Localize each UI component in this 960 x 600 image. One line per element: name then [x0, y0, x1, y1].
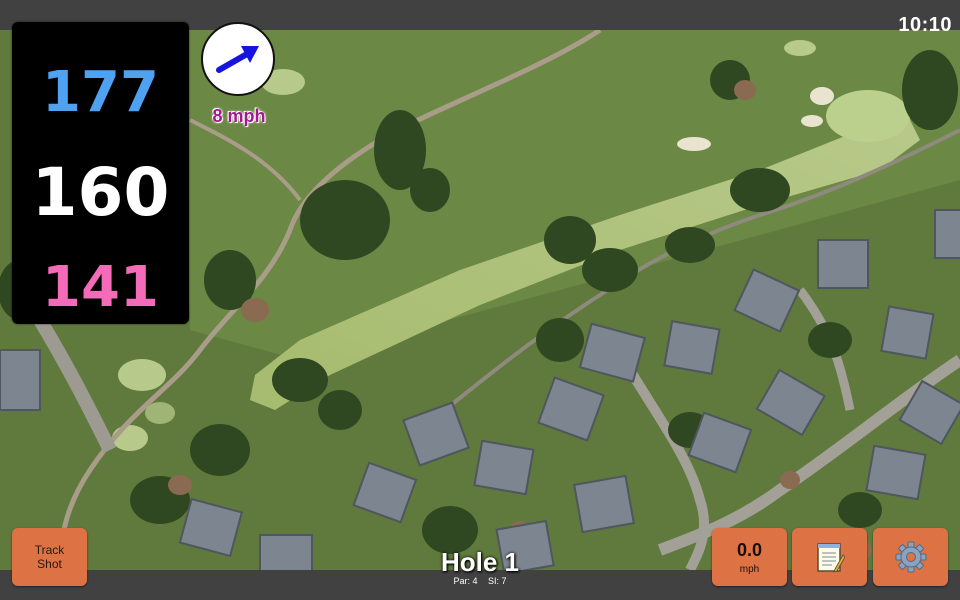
gear-icon [895, 541, 926, 573]
speed-value: 0.0 [736, 539, 763, 560]
tee-box [118, 359, 166, 391]
clock: 10:10 [898, 14, 952, 36]
bunker [677, 137, 711, 151]
notes-button[interactable] [792, 528, 867, 586]
wind-direction-indicator [201, 22, 275, 96]
green [826, 90, 910, 142]
speed-button[interactable]: 0.0 mph [712, 528, 787, 586]
golf-gps-screen: 10:10 177 160 141 8 mph Track Shot Hole … [0, 0, 960, 600]
back-distance: 177 [42, 60, 159, 125]
hole-par: Par: 4 [453, 576, 478, 586]
bunker [801, 115, 823, 127]
hole-title: Hole 1 [440, 547, 520, 577]
track-shot-label-line2: Shot [37, 557, 62, 571]
distance-panel: 177 160 141 [12, 22, 189, 324]
middle-distance: 160 [31, 154, 170, 231]
front-distance: 141 [42, 255, 159, 320]
track-shot-button[interactable]: Track Shot [12, 528, 87, 586]
wind-speed: 8 mph [212, 106, 266, 126]
hole-info: Hole 1 Par: 4 SI: 7 [380, 548, 580, 587]
settings-button[interactable] [873, 528, 948, 586]
track-shot-label-line1: Track [34, 543, 65, 557]
tee-box [145, 402, 175, 424]
speed-unit: mph [739, 563, 760, 575]
hole-stroke-index: SI: 7 [488, 576, 507, 586]
bunker [810, 87, 834, 105]
hole-details: Par: 4 SI: 7 [380, 576, 580, 587]
notepad-icon [816, 543, 845, 573]
tee-box [784, 40, 816, 56]
wind-arrow-icon [216, 46, 259, 73]
